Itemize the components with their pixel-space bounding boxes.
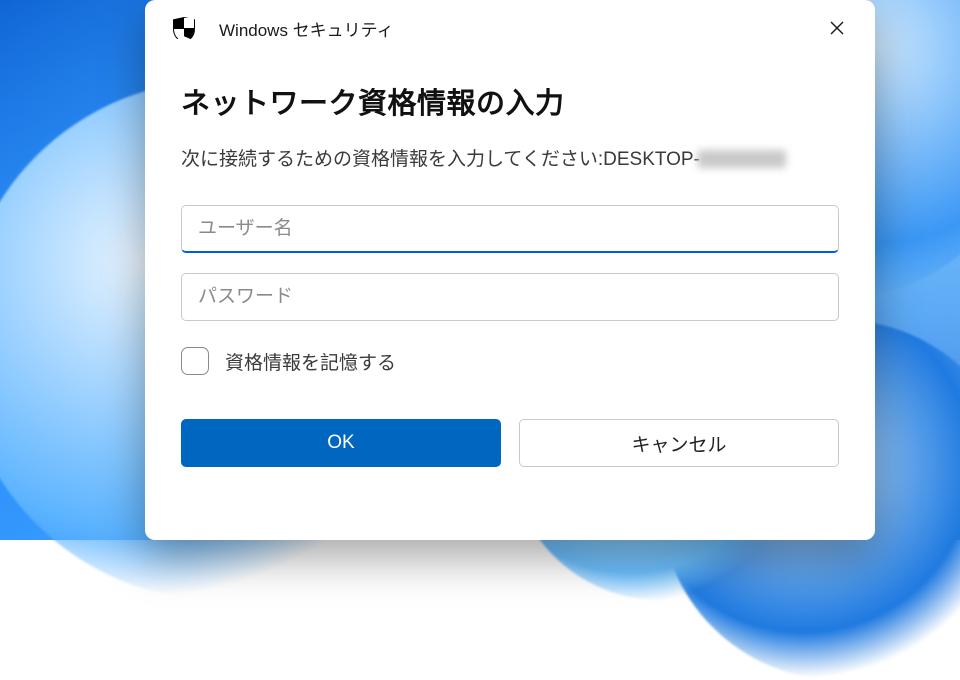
dialog-titlebar: Windows セキュリティ [145, 0, 875, 56]
remember-row: 資格情報を記憶する [181, 347, 839, 375]
target-host: DESKTOP- [603, 149, 700, 171]
cancel-button[interactable]: キャンセル [519, 419, 839, 467]
dialog-prompt: 次に接続するための資格情報を入力してください: DESKTOP- [181, 144, 839, 171]
ok-button[interactable]: OK [181, 419, 501, 467]
close-button[interactable] [817, 8, 857, 48]
dialog-heading: ネットワーク資格情報の入力 [181, 80, 839, 122]
dialog-app-title: Windows セキュリティ [219, 16, 394, 41]
username-field[interactable] [181, 205, 839, 253]
password-field[interactable] [181, 273, 839, 321]
dialog-body: ネットワーク資格情報の入力 次に接続するための資格情報を入力してください: DE… [145, 56, 875, 375]
prompt-text: 次に接続するための資格情報を入力してください: [181, 144, 603, 171]
remember-checkbox[interactable] [181, 347, 209, 375]
shield-icon [173, 17, 195, 41]
close-icon [830, 21, 844, 35]
credential-dialog: Windows セキュリティ ネットワーク資格情報の入力 次に接続するための資格… [145, 0, 875, 540]
dialog-button-row: OK キャンセル [181, 419, 839, 467]
redacted-host-suffix [698, 150, 786, 168]
remember-label[interactable]: 資格情報を記憶する [225, 348, 396, 375]
